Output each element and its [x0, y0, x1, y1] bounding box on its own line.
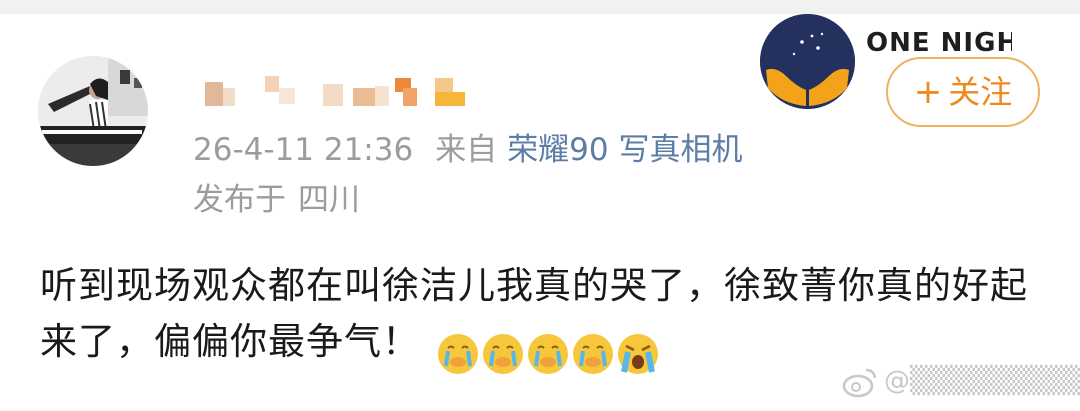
follow-label: 关注 [948, 73, 1013, 111]
location-label: 发布于 [193, 182, 286, 218]
one-night-badge [760, 14, 855, 109]
hands-stars-icon [760, 14, 855, 109]
watermark-text: @▒▒▒▒▒▒▒▒▒ [884, 366, 1080, 396]
follow-button[interactable]: + 关注 [886, 57, 1040, 127]
username-mosaic [205, 76, 465, 106]
top-bar [0, 0, 1080, 14]
username-blurred[interactable] [205, 74, 475, 108]
post-meta: 26-4-11 21:36 来自 荣耀90 写真相机 [193, 130, 743, 170]
weibo-watermark: @▒▒▒▒▒▒▒▒▒ [840, 362, 1080, 402]
crying-face-emoji-icon [526, 332, 570, 376]
avatar[interactable] [38, 56, 148, 166]
avatar-photo [38, 56, 148, 166]
emoji-row [436, 324, 661, 380]
device-link[interactable]: 荣耀90 写真相机 [507, 132, 742, 168]
plus-icon: + [913, 72, 943, 112]
post-timestamp: 26-4-11 21:36 [193, 132, 414, 168]
crying-face-emoji-icon [436, 332, 480, 376]
via-label: 来自 [435, 132, 498, 168]
loudly-crying-emoji-icon [616, 332, 660, 376]
crying-face-emoji-icon [571, 332, 615, 376]
weibo-logo-icon [842, 368, 877, 398]
location-value: 四川 [298, 182, 360, 218]
post-location: 发布于 四川 [193, 180, 360, 220]
crying-face-emoji-icon [481, 332, 525, 376]
badge-text: ONE NIGHT [866, 28, 1012, 58]
